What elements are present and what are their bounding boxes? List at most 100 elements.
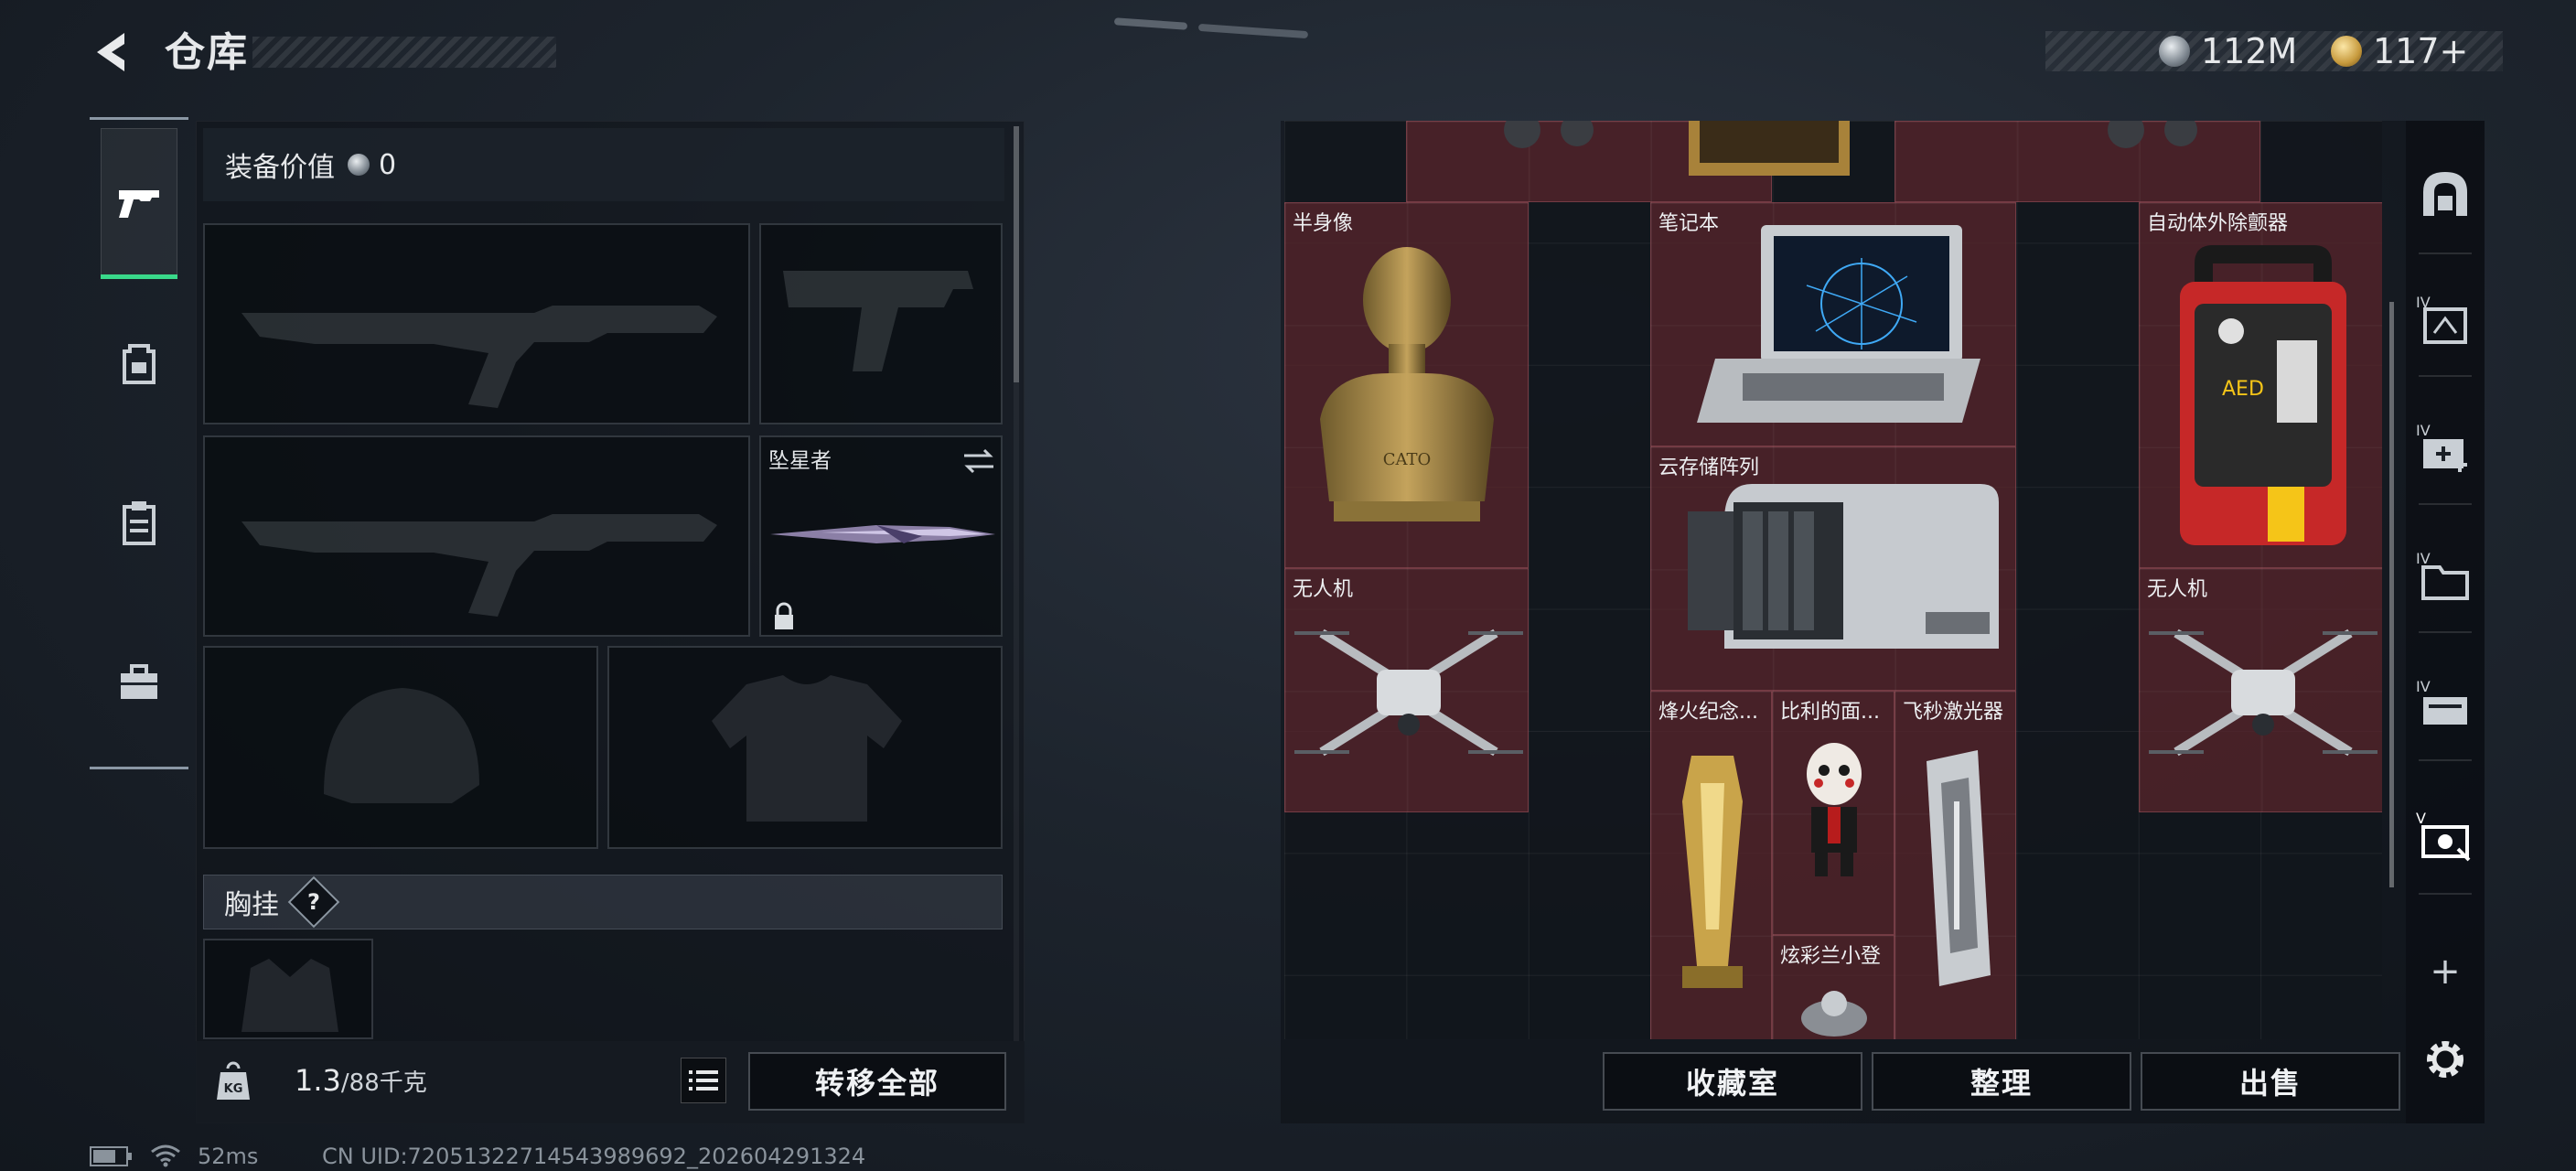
laser-device-icon <box>1927 750 1991 986</box>
wifi-icon <box>151 1144 180 1167</box>
wheel-item-icon <box>1504 121 1594 148</box>
primary-weapon-slot-2[interactable] <box>203 435 750 637</box>
silver-coin-icon <box>348 154 370 176</box>
puppet-icon <box>1807 743 1862 876</box>
storage-item-aed[interactable]: 自动体外除颤器 AED <box>2139 202 2382 568</box>
tab-divider <box>2419 893 2472 895</box>
item-label: 炫彩兰小登 <box>1780 945 1882 968</box>
transfer-all-button[interactable]: 转移全部 <box>748 1052 1006 1111</box>
gold-currency-value: 117+ <box>2373 31 2469 71</box>
drone-icon <box>1294 628 1523 757</box>
crate-icon: IV <box>2416 678 2467 725</box>
tab-divider <box>2419 375 2472 377</box>
storage-item-bust[interactable]: 半身像 CATO <box>1284 202 1529 568</box>
weight-kg-icon: KG <box>207 1052 260 1111</box>
equipment-scroll-thumb[interactable] <box>1014 126 1019 382</box>
add-container-button[interactable]: + <box>2411 935 2479 1008</box>
bust-statue-icon: CATO <box>1320 247 1494 521</box>
figure-icon <box>1801 991 1867 1037</box>
container-iv-icon: IV <box>2416 294 2467 344</box>
item-label: 烽火纪念... <box>1658 701 1758 724</box>
body-armor-slot[interactable] <box>607 646 1003 849</box>
swap-icon[interactable] <box>961 446 997 476</box>
help-button[interactable]: ? <box>287 876 340 929</box>
storage-tab-safe[interactable] <box>2411 157 2479 231</box>
battery-icon <box>90 1146 132 1166</box>
weight-current: 1.3 <box>295 1063 341 1098</box>
sidearm-slot[interactable] <box>759 223 1003 424</box>
collection-room-button[interactable]: 收藏室 <box>1603 1052 1862 1111</box>
nav-active-indicator <box>101 274 177 279</box>
nav-tab-weapons[interactable] <box>101 128 177 278</box>
silver-currency[interactable]: 112M <box>2159 27 2297 75</box>
storage-item-drone[interactable]: 无人机 <box>1284 568 1529 812</box>
storage-tab-iv-4[interactable]: IV <box>2411 668 2479 741</box>
nav-tab-backpack[interactable] <box>101 326 177 403</box>
silver-coin-icon <box>2159 36 2190 67</box>
chest-rig-slot[interactable] <box>203 939 373 1039</box>
nav-tab-items[interactable] <box>101 644 177 721</box>
safe-icon <box>2423 172 2467 216</box>
weight-readout: 1.3/88千克 <box>295 1063 427 1098</box>
svg-text:IV: IV <box>2416 550 2431 567</box>
item-label: 飞秒激光器 <box>1903 701 2004 724</box>
background-light <box>1113 17 1188 30</box>
tab-divider <box>2419 503 2472 505</box>
weight-max: /88千克 <box>340 1069 427 1097</box>
equipment-value: 0 <box>379 148 397 181</box>
nav-tab-armor[interactable] <box>101 485 177 562</box>
storage-tab-v[interactable]: V <box>2411 800 2479 873</box>
storage-item-laptop[interactable]: 笔记本 <box>1650 202 2016 446</box>
back-arrow-icon[interactable] <box>88 27 137 77</box>
item-label: 比利的面... <box>1780 701 1880 724</box>
item-label: 自动体外除颤器 <box>2147 212 2289 235</box>
wheel-item-icon <box>2108 121 2197 148</box>
settings-button[interactable] <box>2411 1023 2479 1096</box>
trophy-icon <box>1682 756 1743 988</box>
tab-divider <box>2419 252 2472 254</box>
storage-item-figure[interactable]: 炫彩兰小登 <box>1772 935 1894 1039</box>
svg-text:KG: KG <box>224 1082 243 1096</box>
chest-rig-header: 胸挂 ? <box>203 875 1003 929</box>
storage-tab-iv-2[interactable]: IV <box>2411 412 2479 485</box>
chest-rig-silhouette-icon <box>242 959 338 1032</box>
gold-currency[interactable]: 117+ <box>2331 27 2468 75</box>
background-light <box>1197 23 1309 39</box>
page-title: 仓库 <box>165 29 249 76</box>
server-array-icon <box>1688 484 1999 649</box>
rifle-silhouette-icon <box>242 306 717 408</box>
storage-item-cloud-storage[interactable]: 云存储阵列 <box>1650 446 2016 691</box>
sort-button[interactable]: 整理 <box>1872 1052 2131 1111</box>
backpack-icon <box>123 344 156 384</box>
storage-tab-iv-3[interactable]: IV <box>2411 540 2479 613</box>
storage-grid[interactable]: 半身像 CATO 笔记本 自动体外除颤器 AED 云存储阵列 无人机 无人机 烽… <box>1284 121 2382 1039</box>
folder-icon: IV <box>2416 550 2469 600</box>
chest-rig-label: 胸挂 <box>224 889 279 921</box>
ping-readout: 52ms <box>198 1144 259 1169</box>
svg-text:IV: IV <box>2416 422 2431 439</box>
melee-slot[interactable]: 坠星者 <box>759 435 1003 637</box>
helmet-silhouette-icon <box>324 688 479 803</box>
storage-item-memorial[interactable]: 烽火纪念... <box>1650 691 1772 1039</box>
gold-coin-icon <box>2331 36 2362 67</box>
armor-silhouette-icon <box>712 675 902 822</box>
help-icon: ? <box>307 888 320 915</box>
sell-button[interactable]: 出售 <box>2141 1052 2400 1111</box>
primary-weapon-slot-1[interactable] <box>203 223 750 424</box>
tab-divider <box>2419 631 2472 633</box>
storage-tab-iv-1[interactable]: IV <box>2411 284 2479 357</box>
storage-item-billy-mask[interactable]: 比利的面... <box>1772 691 1894 935</box>
pistol-icon <box>119 190 159 218</box>
nav-divider <box>90 117 188 120</box>
storage-scroll-thumb[interactable] <box>2389 302 2394 887</box>
nav-divider <box>90 767 188 769</box>
drone-icon <box>2149 628 2377 757</box>
title-decoration <box>252 37 556 68</box>
storage-item-laser[interactable]: 飞秒激光器 <box>1894 691 2016 1039</box>
svg-text:CATO: CATO <box>1383 450 1432 469</box>
storage-item-drone[interactable]: 无人机 <box>2139 568 2382 812</box>
gear-icon <box>2427 1041 2463 1078</box>
list-view-button[interactable] <box>681 1058 726 1103</box>
helmet-slot[interactable] <box>203 646 598 849</box>
clipboard-icon <box>123 501 156 545</box>
